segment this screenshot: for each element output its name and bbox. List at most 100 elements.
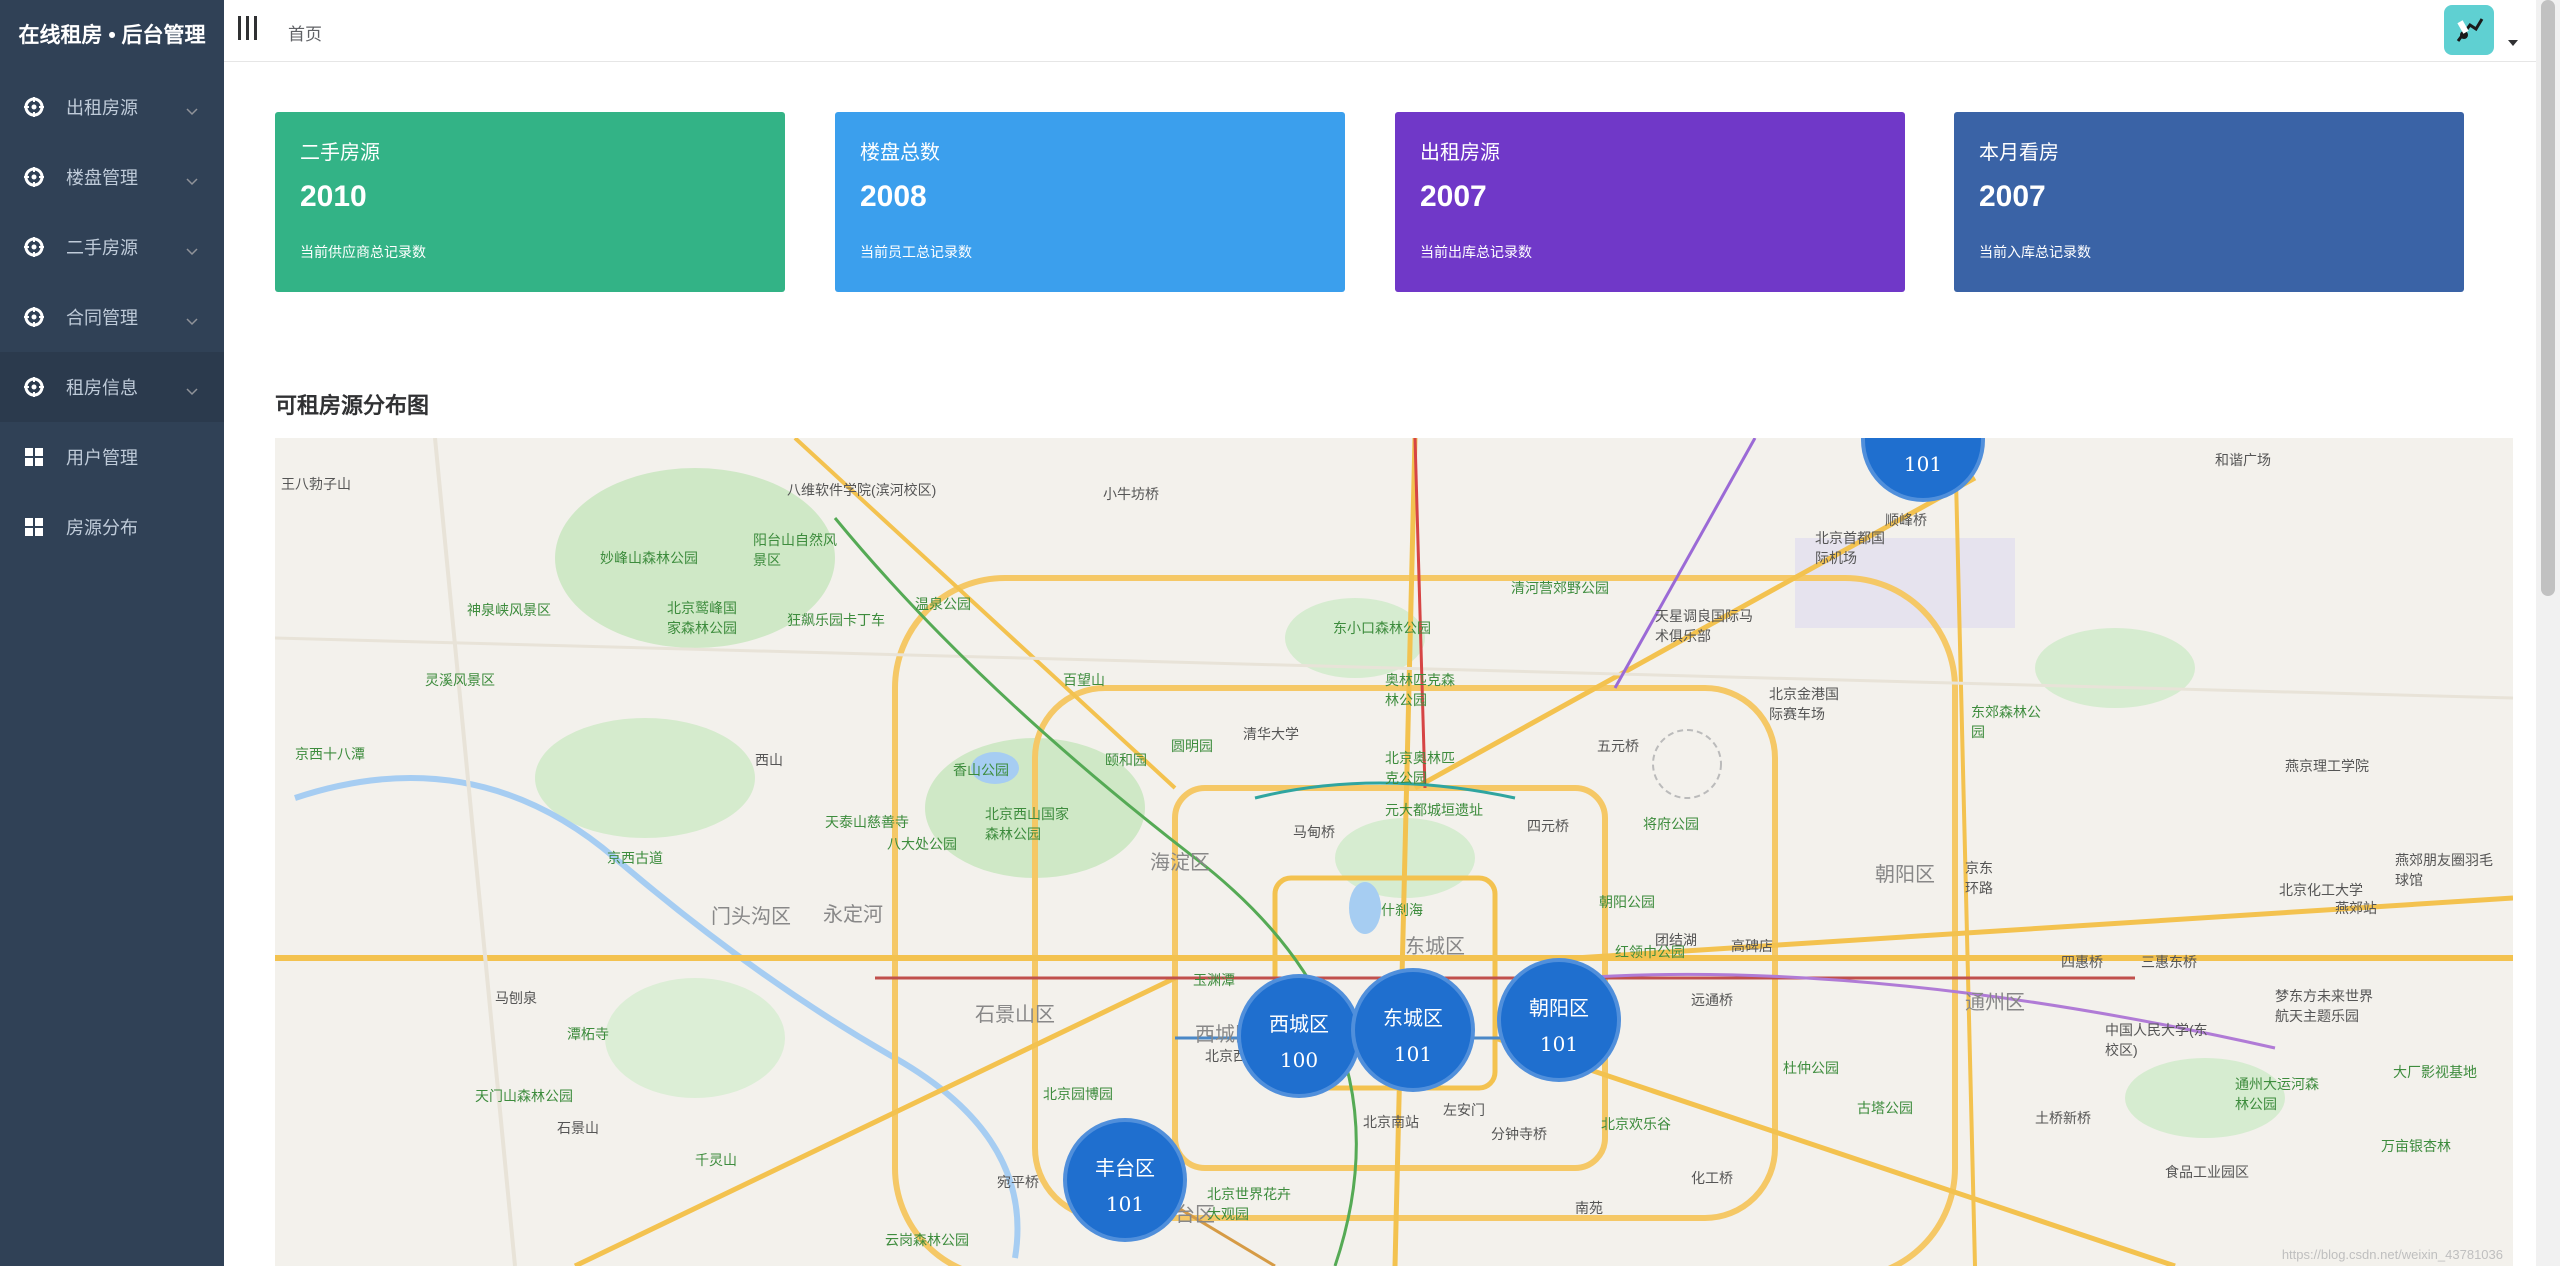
- sidebar-item-label: 租房信息: [66, 378, 138, 398]
- map-cluster-marker-dongcheng[interactable]: 东城区 101: [1351, 968, 1475, 1092]
- cluster-name: 西城区: [1269, 1012, 1329, 1036]
- card-title: 二手房源: [300, 142, 380, 164]
- map-label: 百望山: [1063, 672, 1105, 688]
- page-scrollbar[interactable]: [2536, 0, 2560, 1266]
- sidebar-item-user-management[interactable]: 用户管理: [0, 422, 224, 492]
- map-label: 狂飙乐园卡丁车: [787, 612, 885, 628]
- map-label: 和谐广场: [2215, 452, 2271, 468]
- map-label: 宛平桥: [997, 1174, 1039, 1190]
- map-label: 奥林匹克森林公园: [1385, 672, 1455, 708]
- map-label: 食品工业园区: [2165, 1164, 2249, 1180]
- gear-icon: [24, 307, 44, 327]
- map-label: 天门山森林公园: [475, 1088, 573, 1104]
- map-label: 通州大运河森林公园: [2235, 1076, 2319, 1112]
- map-label: 千灵山: [695, 1152, 737, 1168]
- sidebar-item-label: 楼盘管理: [66, 168, 138, 188]
- hamburger-menu-icon[interactable]: [238, 16, 260, 42]
- map-label: 八大处公园: [887, 836, 957, 852]
- sidebar-item-label: 合同管理: [66, 308, 138, 328]
- map-label: 北京世界花卉大观园: [1207, 1186, 1291, 1222]
- card-description: 当前出库总记录数: [1420, 244, 1532, 260]
- map-label: 颐和园: [1105, 752, 1147, 768]
- card-value: 2007: [1420, 180, 1487, 213]
- card-value: 2008: [860, 180, 927, 213]
- map-cluster-marker-xicheng[interactable]: 西城区 100: [1237, 974, 1361, 1098]
- map-label: 五元桥: [1597, 738, 1639, 754]
- gear-icon: [24, 377, 44, 397]
- chevron-down-icon: [186, 240, 198, 261]
- map-label: 高碑店: [1731, 938, 1773, 954]
- chevron-down-icon: [186, 310, 198, 331]
- breadcrumb[interactable]: 首页: [288, 20, 322, 45]
- sidebar-item-property-management[interactable]: 楼盘管理: [0, 142, 224, 212]
- map-label: 大厂影视基地: [2393, 1064, 2477, 1080]
- card-description: 当前员工总记录数: [860, 244, 972, 260]
- map-label: 中国人民大学(东校区): [2105, 1022, 2208, 1058]
- map-label: 北京西山国家森林公园: [985, 806, 1069, 842]
- map-label: 北京金港国际赛车场: [1769, 686, 1839, 722]
- cluster-count: 101: [1393, 1042, 1433, 1066]
- map-label: 石景山区: [975, 1004, 1055, 1026]
- card-value: 2010: [300, 180, 367, 213]
- map-label: 朝阳公园: [1599, 894, 1655, 910]
- map-label: 潭柘寺: [567, 1026, 609, 1042]
- map-label: 三惠东桥: [2141, 954, 2197, 970]
- caret-down-icon[interactable]: [2508, 40, 2518, 46]
- sidebar: 在线租房 • 后台管理 出租房源 楼盘管理 二手房源 合同管理 租房信息 用户管…: [0, 0, 224, 1266]
- gear-icon: [24, 167, 44, 187]
- stat-card-properties: 楼盘总数 2008 当前员工总记录数: [835, 112, 1345, 292]
- gear-icon: [24, 237, 44, 257]
- avatar[interactable]: [2444, 5, 2494, 55]
- chevron-down-icon: [186, 100, 198, 121]
- sidebar-item-label: 房源分布: [66, 518, 138, 538]
- scrollbar-thumb[interactable]: [2541, 0, 2555, 596]
- map-label: 北京园博园: [1043, 1086, 1113, 1102]
- map-label: 东城区: [1405, 936, 1465, 958]
- sidebar-item-listing-distribution[interactable]: 房源分布: [0, 492, 224, 562]
- map-cluster-marker-fengtai[interactable]: 丰台区 101: [1063, 1118, 1187, 1242]
- map-label: 元大都城垣遗址: [1385, 802, 1483, 818]
- map-label: 北京首都国际机场: [1815, 530, 1885, 566]
- map-label: 左安门: [1443, 1102, 1485, 1118]
- sidebar-item-rental-info[interactable]: 租房信息: [0, 352, 224, 422]
- card-value: 2007: [1979, 180, 2046, 213]
- map-label: 妙峰山森林公园: [600, 550, 698, 566]
- map-label: 分钟寺桥: [1491, 1126, 1547, 1142]
- map-label: 阳台山自然风景区: [753, 532, 837, 568]
- sidebar-item-contract-management[interactable]: 合同管理: [0, 282, 224, 352]
- map-label: 石景山: [557, 1120, 599, 1136]
- map-label: 清华大学: [1243, 726, 1299, 742]
- map-cluster-marker-chaoyang[interactable]: 朝阳区 101: [1497, 958, 1621, 1082]
- map-label: 清河营郊野公园: [1511, 580, 1609, 596]
- map-label: 通州区: [1965, 992, 2025, 1014]
- map-label: 京东环路: [1965, 860, 1993, 896]
- sidebar-item-second-hand[interactable]: 二手房源: [0, 212, 224, 282]
- stat-card-second-hand: 二手房源 2010 当前供应商总记录数: [275, 112, 785, 292]
- map-label: 什刹海: [1381, 902, 1423, 918]
- map-label: 小牛坊桥: [1103, 486, 1159, 502]
- map-label: 海淀区: [1150, 852, 1210, 874]
- map-label: 南苑: [1575, 1200, 1603, 1216]
- rental-distribution-map[interactable]: 王八勃子山 八维软件学院(滨河校区) 小牛坊桥 顺峰桥 和谐广场 北京首都国际机…: [275, 438, 2513, 1266]
- map-label: 八维软件学院(滨河校区): [787, 482, 937, 498]
- map-section-title: 可租房源分布图: [275, 393, 430, 418]
- top-navbar: 首页: [224, 0, 2536, 62]
- sidebar-item-rental-listings[interactable]: 出租房源: [0, 72, 224, 142]
- map-label: 燕京理工学院: [2285, 758, 2369, 774]
- sidebar-item-label: 出租房源: [66, 98, 138, 118]
- map-label: 圆明园: [1171, 738, 1213, 754]
- cluster-count: 101: [1539, 1032, 1579, 1056]
- map-label: 北京鹫峰国家森林公园: [667, 600, 737, 636]
- map-label: 东小口森林公园: [1333, 620, 1431, 636]
- map-label: 梦东方未来世界航天主题乐园: [2275, 988, 2373, 1024]
- map-label: 门头沟区: [711, 906, 791, 928]
- map-label: 灵溪风景区: [425, 672, 495, 688]
- map-label: 马甸桥: [1293, 824, 1335, 840]
- cluster-name: 丰台区: [1095, 1156, 1155, 1180]
- map-watermark: https://blog.csdn.net/weixin_43781036: [2281, 1247, 2503, 1262]
- stat-card-rentals: 出租房源 2007 当前出库总记录数: [1395, 112, 1905, 292]
- map-label: 朝阳区: [1875, 864, 1935, 886]
- chevron-down-icon: [186, 380, 198, 401]
- card-title: 出租房源: [1420, 142, 1500, 164]
- map-label: 燕郊朋友圈羽毛球馆: [2395, 852, 2493, 888]
